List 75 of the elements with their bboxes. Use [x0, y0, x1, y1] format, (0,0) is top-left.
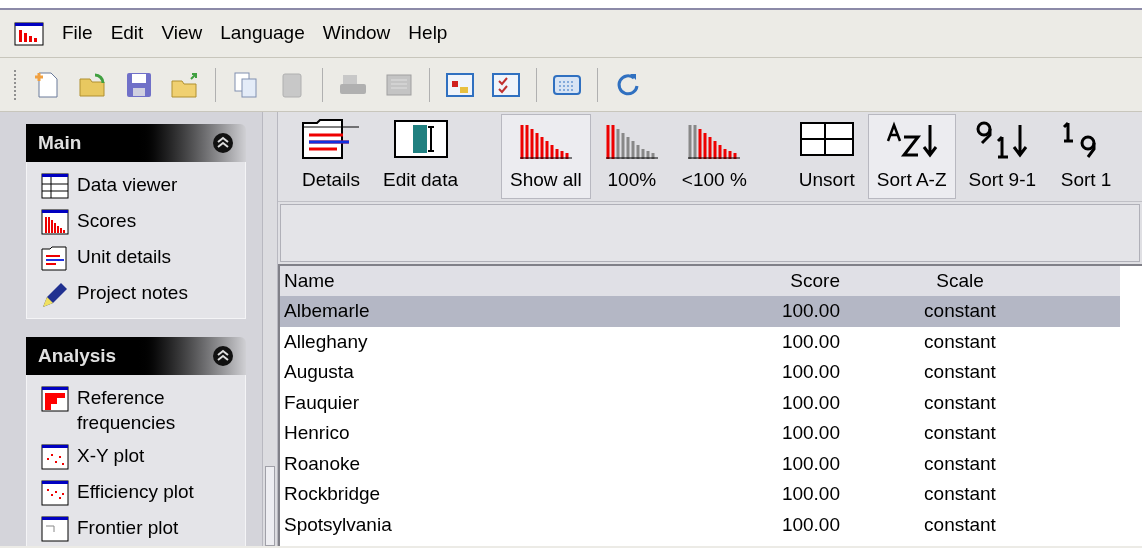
table-cell-text: Spotsylvania [283, 512, 393, 537]
toolbar-button[interactable]: Show all [501, 114, 591, 199]
sidebar-item[interactable]: X-Y plot [41, 443, 245, 471]
app-icon [14, 21, 44, 46]
table-cell-text: constant [923, 482, 997, 506]
table-cell-text: 100.00 [780, 329, 840, 354]
edit-cell-icon [392, 119, 449, 159]
document-icon [41, 245, 69, 272]
splitter[interactable] [262, 112, 278, 546]
table-cell-text: 100.00 [780, 360, 840, 384]
sidebar-item[interactable]: Unit details [41, 244, 245, 272]
sidebar-item[interactable]: Data viewer [41, 172, 245, 200]
menu-item[interactable]: View [161, 19, 203, 48]
collapse-icon[interactable] [212, 132, 234, 154]
table-row[interactable]: Albemarle 100.00 constant [280, 296, 1120, 327]
toolbar-button[interactable]: Details [292, 114, 370, 199]
toolbar-button[interactable]: Sort 1 [1049, 114, 1124, 199]
menu-item[interactable]: Window [322, 19, 391, 48]
column-header[interactable]: Score [740, 266, 840, 296]
pencil-icon [41, 281, 69, 308]
sidebar-item[interactable]: Frontier plot [41, 515, 245, 543]
table-cell-text: Alleghany [283, 329, 369, 354]
table-cell-text: 100.00 [780, 390, 840, 415]
scatter-plot-icon [41, 444, 69, 471]
menu-item[interactable]: Language [220, 19, 305, 48]
table-row[interactable]: Roanoke 100.00 constant [280, 448, 1120, 479]
chart-icon [41, 516, 69, 543]
scatter-plot-icon [41, 480, 69, 507]
table-cell-text: 100.00 [780, 482, 840, 506]
table-cell-text: constant [923, 390, 997, 415]
table-row[interactable]: Augusta 100.00 constant [280, 357, 1120, 388]
table-cell-text: Fauquier [283, 390, 360, 415]
table-cell-text: 100.00 [780, 299, 840, 323]
menu-item[interactable]: Edit [110, 19, 144, 48]
toolbar-button[interactable]: 100% [594, 114, 669, 199]
table-row[interactable]: Fauquier 100.00 constant [280, 387, 1120, 418]
table-cell-text: constant [923, 451, 997, 476]
panel-title: Analysis [38, 343, 117, 368]
toolbar-button[interactable]: Sort 9-1 [959, 114, 1046, 199]
menu-item[interactable]: Help [408, 19, 448, 48]
column-header[interactable]: Name [280, 266, 740, 296]
table-cell-text: constant [923, 299, 997, 323]
step-chart-icon [41, 386, 69, 413]
table-row[interactable]: Alleghany 100.00 constant [280, 326, 1120, 357]
toolbar-button[interactable]: Sort A-Z [867, 114, 956, 199]
folder-list-icon [301, 119, 361, 159]
table-cell-text: Augusta [283, 360, 355, 384]
table-row[interactable]: Spotsylvania 100.00 constant [280, 509, 1120, 540]
sidebar-item[interactable]: Project notes [41, 280, 245, 308]
table-cell-text: Albemarle [283, 299, 371, 323]
toolbar-button[interactable]: Unsort [789, 114, 864, 199]
table-cell-text: constant [923, 329, 997, 354]
bar-chart-icon [41, 209, 69, 236]
table-row[interactable]: Rockbridge 100.00 constant [280, 479, 1120, 510]
table-cell-text: Roanoke [283, 451, 362, 476]
sidebar-item[interactable]: Efficiency plot [41, 479, 245, 507]
table-cell-text: 100.00 [780, 421, 840, 445]
table-cell-text: constant [923, 360, 997, 384]
panel-title: Main [38, 130, 82, 155]
table-cell-text: Rockbridge [283, 482, 382, 506]
table-cell-text: Henrico [283, 421, 351, 445]
sidebar-item[interactable]: Scores [41, 208, 245, 236]
table-cell-text: 100.00 [780, 512, 840, 537]
table-icon [41, 173, 69, 200]
column-header[interactable]: Scale [840, 266, 1080, 296]
collapse-icon[interactable] [212, 345, 234, 367]
table-row[interactable]: Henrico 100.00 constant [280, 418, 1120, 449]
table-cell-text: 100.00 [780, 451, 840, 476]
table-cell-text: constant [923, 421, 997, 445]
table-cell-text: constant [923, 512, 997, 537]
sidebar-item[interactable]: Reference frequencies [41, 385, 245, 435]
toolbar-button[interactable]: Edit data [374, 114, 467, 199]
toolbar-button[interactable]: <100 % [672, 114, 756, 199]
menu-item[interactable]: File [62, 19, 93, 48]
grid-icon [798, 119, 855, 159]
